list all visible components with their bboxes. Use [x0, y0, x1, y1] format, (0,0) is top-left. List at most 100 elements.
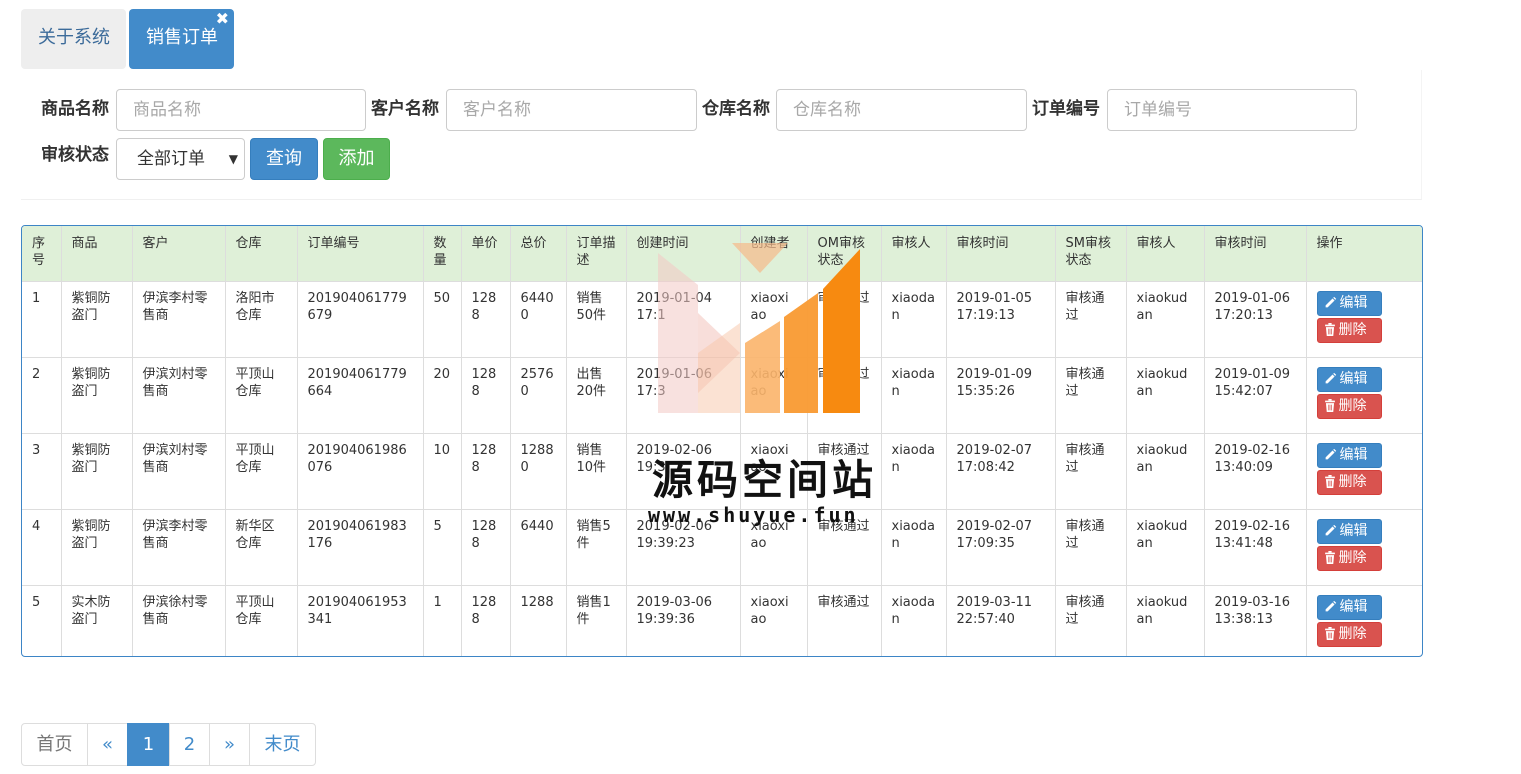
- customer-name-input[interactable]: [446, 89, 697, 131]
- table-cell: 审核通过: [806, 281, 882, 358]
- table-cell: xiaodan: [880, 585, 947, 656]
- table-row: 4 紫铜防盗门 伊滨李村零售商 新华区仓库 201904061983176 5 1288 64…: [22, 509, 1422, 586]
- order-number-input[interactable]: [1107, 89, 1357, 131]
- page-link-1[interactable]: 1: [127, 723, 170, 766]
- table-cell: 12880: [509, 433, 567, 510]
- last-page-link[interactable]: 末页: [249, 723, 316, 766]
- pencil-icon: [1324, 447, 1340, 463]
- close-icon[interactable]: ✖: [216, 10, 229, 28]
- table-cell: xiaokudan: [1125, 281, 1205, 358]
- product-name-input[interactable]: [116, 89, 366, 131]
- table-cell: xiaodan: [880, 509, 947, 586]
- table-cell: 64400: [509, 281, 567, 358]
- column-header: 审核时间: [945, 226, 1056, 282]
- edit-button-label: 编辑: [1339, 295, 1368, 311]
- table-cell: 2019-01-09 15:35:26: [945, 357, 1056, 434]
- table-cell: 审核通过: [1054, 585, 1127, 656]
- table-cell: xiaoxiao: [739, 433, 808, 510]
- column-header: 审核时间: [1203, 226, 1307, 282]
- row-actions: 编辑删除: [1305, 585, 1422, 656]
- table-cell: 伊滨李村零售商: [131, 281, 226, 358]
- table-cell: 销售10件: [565, 433, 627, 510]
- table-cell: 平顶山仓库: [224, 433, 298, 510]
- query-button[interactable]: 查询: [250, 138, 318, 180]
- edit-button[interactable]: 编辑: [1316, 367, 1382, 392]
- table-cell: 201904061779664: [296, 357, 424, 434]
- table-cell: 洛阳市仓库: [224, 281, 298, 358]
- table-cell: 销售50件: [565, 281, 627, 358]
- table-cell: 2019-03-11 22:57:40: [945, 585, 1056, 656]
- column-header: 客户: [131, 226, 226, 282]
- table-cell: 销售1件: [565, 585, 627, 656]
- row-actions: 编辑删除: [1305, 281, 1422, 358]
- first-page-link[interactable]: 首页: [21, 723, 88, 766]
- table-cell: 1288: [460, 509, 511, 586]
- delete-button[interactable]: 删除: [1316, 546, 1382, 571]
- delete-button-label: 删除: [1338, 398, 1367, 414]
- delete-button[interactable]: 删除: [1316, 394, 1382, 419]
- table-cell: 1288: [509, 585, 567, 656]
- table-cell: 伊滨李村零售商: [131, 509, 226, 586]
- product-name-label: 商品名称: [41, 99, 109, 119]
- table-cell: xiaokudan: [1125, 433, 1205, 510]
- table-cell: 伊滨刘村零售商: [131, 357, 226, 434]
- tab-sales-orders[interactable]: 销售订单 ✖: [129, 9, 234, 69]
- edit-button-label: 编辑: [1339, 523, 1368, 539]
- table-cell: 紫铜防盗门: [60, 281, 133, 358]
- tab-sales-orders-label: 销售订单: [146, 27, 218, 48]
- orders-table: 序号 商品 客户 仓库 订单编号 数量 单价 总价 订单描述 创建时间 创建者 OM审核状态 审核人 审核…: [21, 225, 1423, 657]
- table-cell: 紫铜防盗门: [60, 357, 133, 434]
- edit-button-label: 编辑: [1339, 371, 1368, 387]
- column-header: 审核人: [1125, 226, 1205, 282]
- search-form: 商品名称 客户名称 仓库名称 订单编号 审核状态 全部订单 ▼ 查询 添加: [21, 70, 1422, 200]
- table-cell: 4: [22, 509, 62, 586]
- column-header: SM审核状态: [1054, 226, 1127, 282]
- edit-button[interactable]: 编辑: [1316, 443, 1382, 468]
- next-page-link[interactable]: »: [209, 723, 250, 766]
- review-status-select[interactable]: 全部订单 ▼: [116, 138, 245, 180]
- table-cell: 1288: [460, 281, 511, 358]
- table-cell: 25760: [509, 357, 567, 434]
- tab-about-system[interactable]: 关于系统: [21, 9, 126, 69]
- edit-button[interactable]: 编辑: [1316, 291, 1382, 316]
- pencil-icon: [1324, 371, 1340, 387]
- edit-button-label: 编辑: [1339, 599, 1368, 615]
- pagination: 首页 « 1 2 » 末页: [21, 723, 316, 766]
- table-cell: xiaoxiao: [739, 357, 808, 434]
- table-cell: 审核通过: [1054, 357, 1127, 434]
- edit-button-label: 编辑: [1339, 447, 1368, 463]
- page-link-2[interactable]: 2: [169, 723, 210, 766]
- table-cell: 2019-01-04 17:1: [625, 281, 741, 358]
- table-cell: 紫铜防盗门: [60, 509, 133, 586]
- pencil-icon: [1324, 295, 1340, 311]
- column-header: 仓库: [224, 226, 298, 282]
- table-cell: 5: [422, 509, 462, 586]
- table-cell: 10: [422, 433, 462, 510]
- prev-page-link[interactable]: «: [87, 723, 128, 766]
- delete-button[interactable]: 删除: [1316, 470, 1382, 495]
- table-cell: xiaokudan: [1125, 585, 1205, 656]
- table-cell: 1: [22, 281, 62, 358]
- table-header-row: 序号 商品 客户 仓库 订单编号 数量 单价 总价 订单描述 创建时间 创建者 OM审核状态 审核人 审核…: [22, 226, 1422, 282]
- delete-button-label: 删除: [1338, 550, 1367, 566]
- table-cell: 审核通过: [806, 509, 882, 586]
- table-cell: 伊滨徐村零售商: [131, 585, 226, 656]
- table-cell: 审核通过: [806, 433, 882, 510]
- table-cell: 紫铜防盗门: [60, 433, 133, 510]
- edit-button[interactable]: 编辑: [1316, 519, 1382, 544]
- edit-button[interactable]: 编辑: [1316, 595, 1382, 620]
- table-cell: xiaokudan: [1125, 509, 1205, 586]
- delete-button[interactable]: 删除: [1316, 622, 1382, 647]
- table-cell: 2019-01-06 17:20:13: [1203, 281, 1307, 358]
- table-row: 1 紫铜防盗门 伊滨李村零售商 洛阳市仓库 201904061779679 50 1288 6…: [22, 281, 1422, 358]
- add-button[interactable]: 添加: [323, 138, 390, 180]
- pencil-icon: [1324, 523, 1340, 539]
- trash-icon: [1324, 474, 1339, 490]
- table-cell: 2019-01-05 17:19:13: [945, 281, 1056, 358]
- column-header: 订单编号: [296, 226, 424, 282]
- table-cell: xiaodan: [880, 357, 947, 434]
- row-actions: 编辑 删除: [1305, 357, 1422, 434]
- review-status-value: 全部订单: [137, 149, 205, 169]
- warehouse-name-input[interactable]: [776, 89, 1027, 131]
- delete-button[interactable]: 删除: [1316, 318, 1382, 343]
